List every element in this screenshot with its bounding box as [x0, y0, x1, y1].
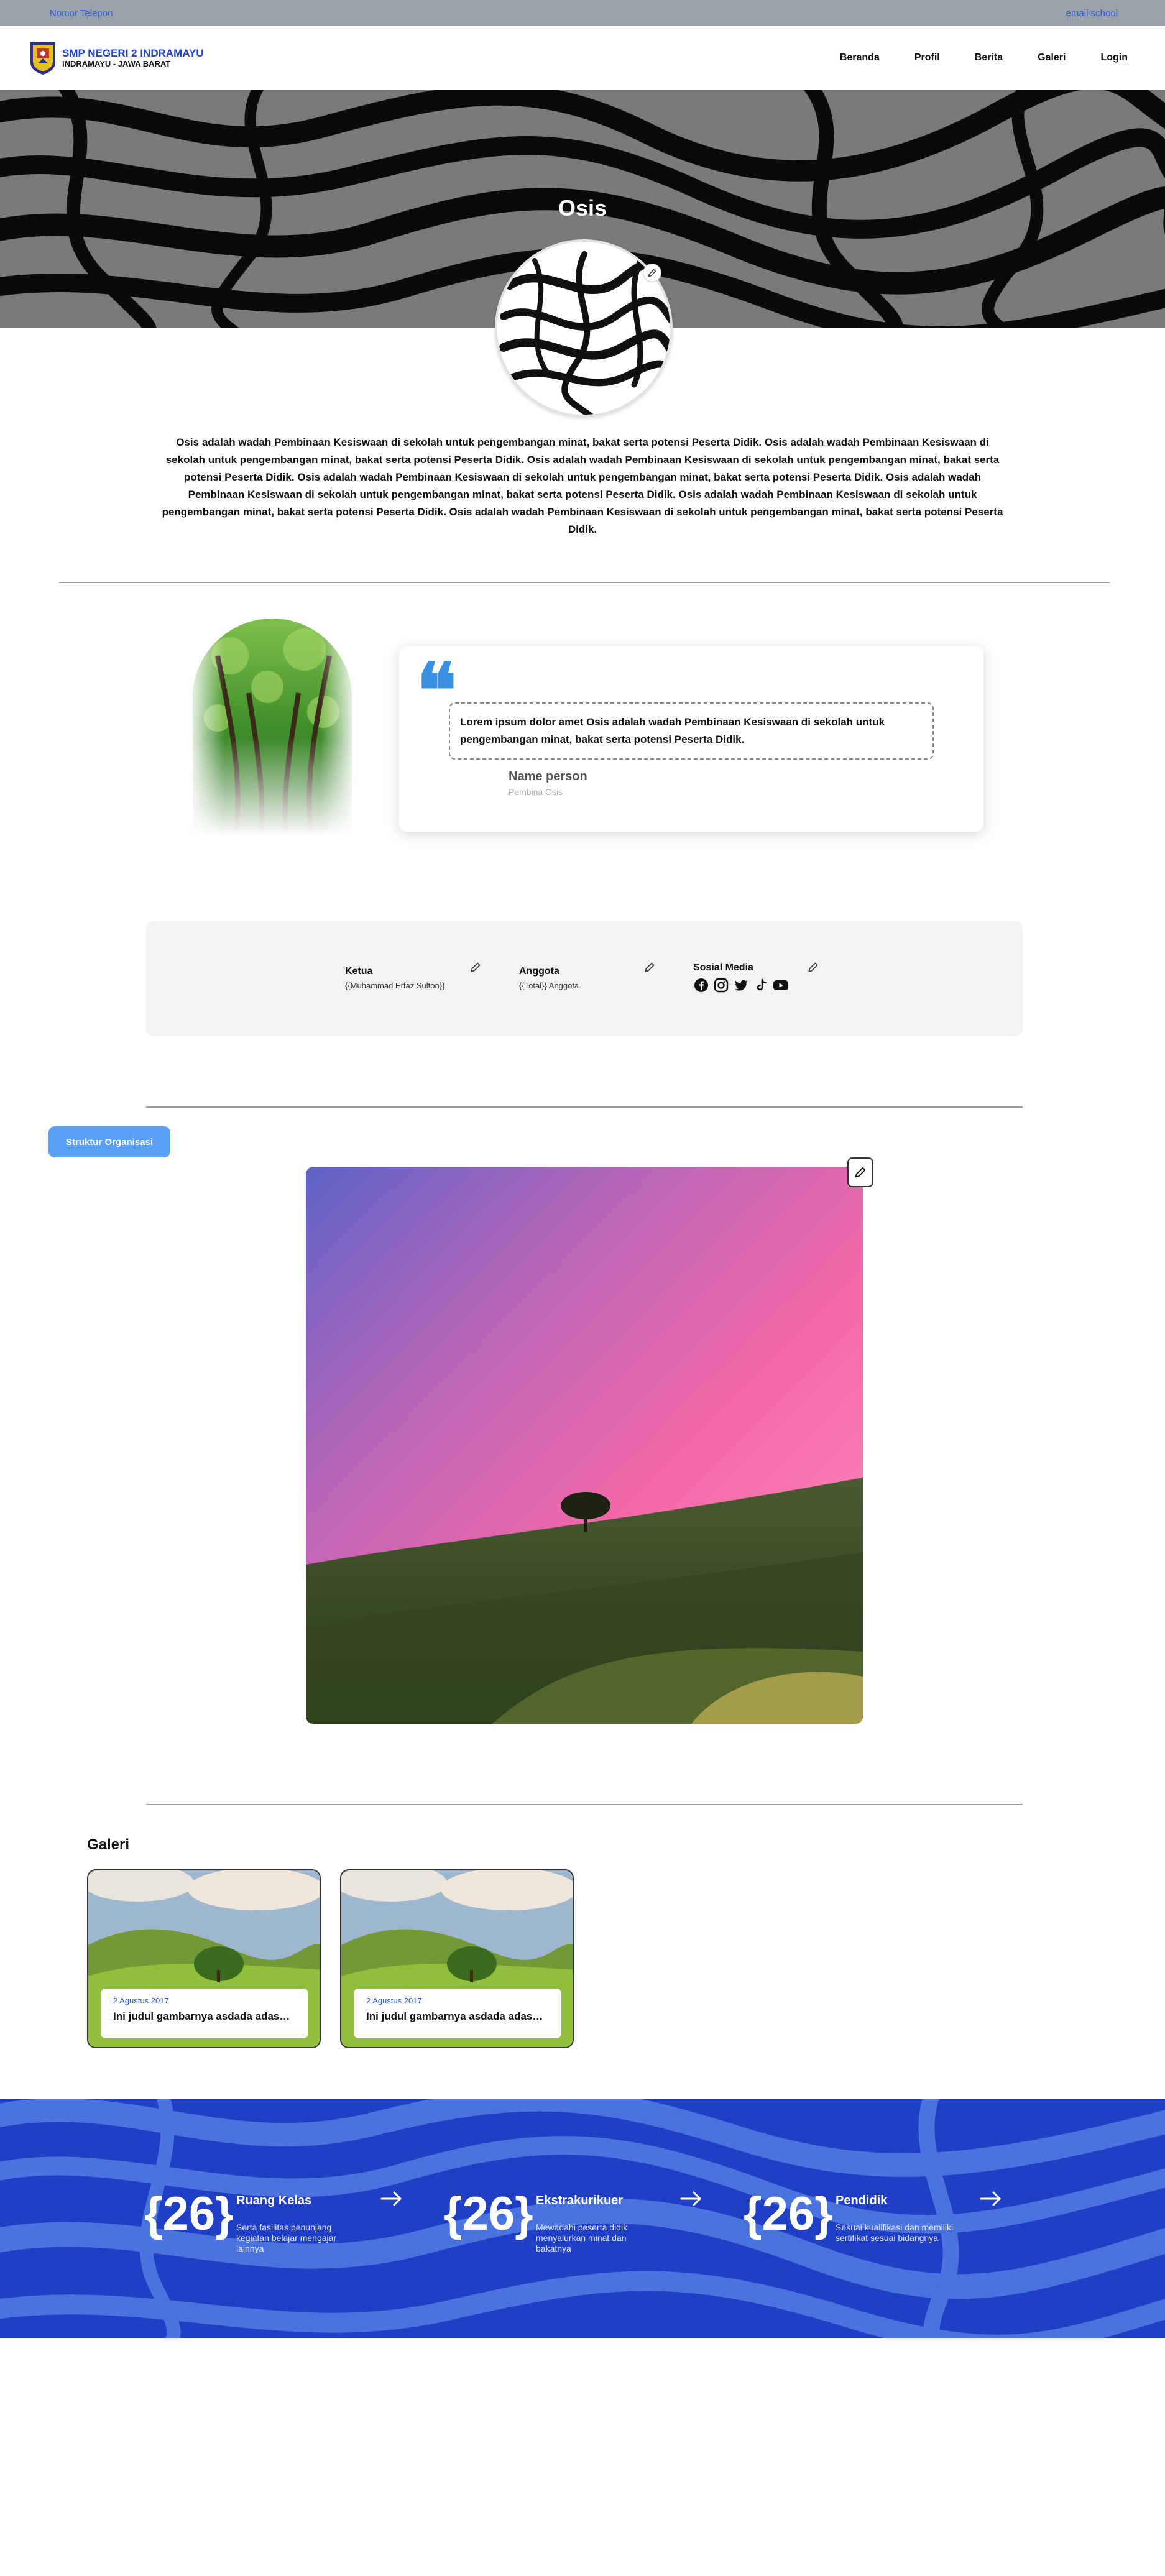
- top-info-bar: Nomor Telepon email school: [0, 0, 1165, 26]
- nav-berita[interactable]: Berita: [975, 52, 1003, 63]
- arrow-right-icon[interactable]: [679, 2186, 704, 2211]
- sosmed-block: Sosial Media: [693, 962, 789, 993]
- page-title: Osis: [558, 195, 607, 221]
- galeri-item-title: Ini judul gambarnya asdada adasdasd: [113, 2010, 296, 2022]
- nav-login[interactable]: Login: [1100, 52, 1128, 63]
- email-text: email school: [1066, 7, 1118, 19]
- stat-label: Pendidik: [836, 2194, 888, 2207]
- stat-description: Serta fasilitas penunjang kegiatan belaj…: [236, 2222, 337, 2253]
- edit-ketua-pencil-icon[interactable]: [469, 961, 482, 973]
- struktur-organisasi-button[interactable]: Struktur Organisasi: [48, 1126, 170, 1157]
- stat-description: Mewadahi peserta didik menyalurkan minat…: [536, 2222, 628, 2253]
- forest-image: [193, 619, 352, 836]
- edit-avatar-button[interactable]: [643, 264, 661, 282]
- edit-sosmed-pencil-icon[interactable]: [807, 961, 819, 973]
- osis-description: Osis adalah wadah Pembinaan Kesiswaan di…: [162, 436, 1003, 535]
- tiktok-icon[interactable]: [753, 977, 769, 993]
- school-location: INDRAMAYU - JAWA BARAT: [62, 59, 171, 68]
- brand-logo-link[interactable]: SMP NEGERI 2 INDRAMAYU INDRAMAYU - JAWA …: [29, 40, 204, 76]
- navbar: SMP NEGERI 2 INDRAMAYU INDRAMAYU - JAWA …: [0, 26, 1165, 90]
- anggota-value: {{Total}} Anggota: [519, 981, 579, 990]
- quote-person-role: Pembina Osis: [509, 787, 563, 797]
- divider: [146, 1106, 1023, 1108]
- nav-profil[interactable]: Profil: [914, 52, 940, 63]
- arrow-right-icon[interactable]: [979, 2186, 1003, 2211]
- social-icons: [693, 977, 789, 993]
- twitter-icon[interactable]: [733, 977, 749, 993]
- school-name: SMP NEGERI 2 INDRAMAYU: [62, 47, 204, 59]
- pencil-icon: [648, 269, 656, 277]
- stat-label: Ekstrakurikuer: [536, 2194, 624, 2207]
- galeri-date: 2 Agustus 2017: [113, 1996, 169, 2005]
- ketua-block: Ketua {{Muhammad Erfaz Sulton}}: [345, 966, 444, 990]
- school-logo: [30, 42, 55, 75]
- edit-anggota-pencil-icon[interactable]: [643, 961, 656, 973]
- stat-description: Sesuai kualifikasi dan memiliki sertifik…: [836, 2222, 954, 2243]
- nav-galeri[interactable]: Galeri: [1038, 52, 1066, 63]
- osis-info-panel: Ketua {{Muhammad Erfaz Sulton}} Anggota …: [146, 921, 1023, 1036]
- facebook-icon[interactable]: [693, 977, 709, 993]
- stat-number: {26}: [144, 2187, 234, 2240]
- quote-text: Lorem ipsum dolor amet Osis adalah wadah…: [449, 702, 934, 760]
- phone-text: Nomor Telepon: [50, 7, 113, 19]
- galeri-card[interactable]: 2 Agustus 2017 Ini judul gambarnya asdad…: [340, 1869, 574, 2048]
- stat-number: {26}: [744, 2187, 833, 2240]
- nav-beranda[interactable]: Beranda: [840, 52, 880, 63]
- struktur-organisasi-image: [306, 1167, 863, 1724]
- pencil-icon: [855, 1167, 866, 1178]
- divider: [59, 582, 1110, 583]
- quote-person-name: Name person: [509, 770, 587, 783]
- stat-label: Ruang Kelas: [236, 2194, 312, 2207]
- galeri-item-title: Ini judul gambarnya asdada adasdasd: [366, 2010, 549, 2022]
- stats-section: {26} Ruang Kelas Serta fasilitas penunja…: [0, 2099, 1165, 2338]
- galeri-caption: 2 Agustus 2017 Ini judul gambarnya asdad…: [354, 1989, 561, 2038]
- divider: [146, 1804, 1023, 1805]
- anggota-block: Anggota {{Total}} Anggota: [519, 966, 579, 990]
- instagram-icon[interactable]: [713, 977, 729, 993]
- main-nav: Beranda Profil Berita Galeri Login: [840, 52, 1128, 63]
- stat-number: {26}: [444, 2187, 533, 2240]
- galeri-title: Galeri: [87, 1836, 130, 1853]
- arrow-right-icon[interactable]: [379, 2186, 404, 2211]
- galeri-date: 2 Agustus 2017: [366, 1996, 422, 2005]
- galeri-card[interactable]: 2 Agustus 2017 Ini judul gambarnya asdad…: [87, 1869, 321, 2048]
- edit-struktur-button[interactable]: [847, 1157, 873, 1187]
- ketua-label: Ketua: [345, 966, 373, 977]
- ketua-value: {{Muhammad Erfaz Sulton}}: [345, 981, 445, 990]
- sosmed-label: Sosial Media: [693, 962, 753, 973]
- galeri-caption: 2 Agustus 2017 Ini judul gambarnya asdad…: [101, 1989, 308, 2038]
- youtube-icon[interactable]: [773, 977, 789, 993]
- quote-card: ❝ Lorem ipsum dolor amet Osis adalah wad…: [399, 646, 983, 832]
- anggota-label: Anggota: [519, 966, 559, 977]
